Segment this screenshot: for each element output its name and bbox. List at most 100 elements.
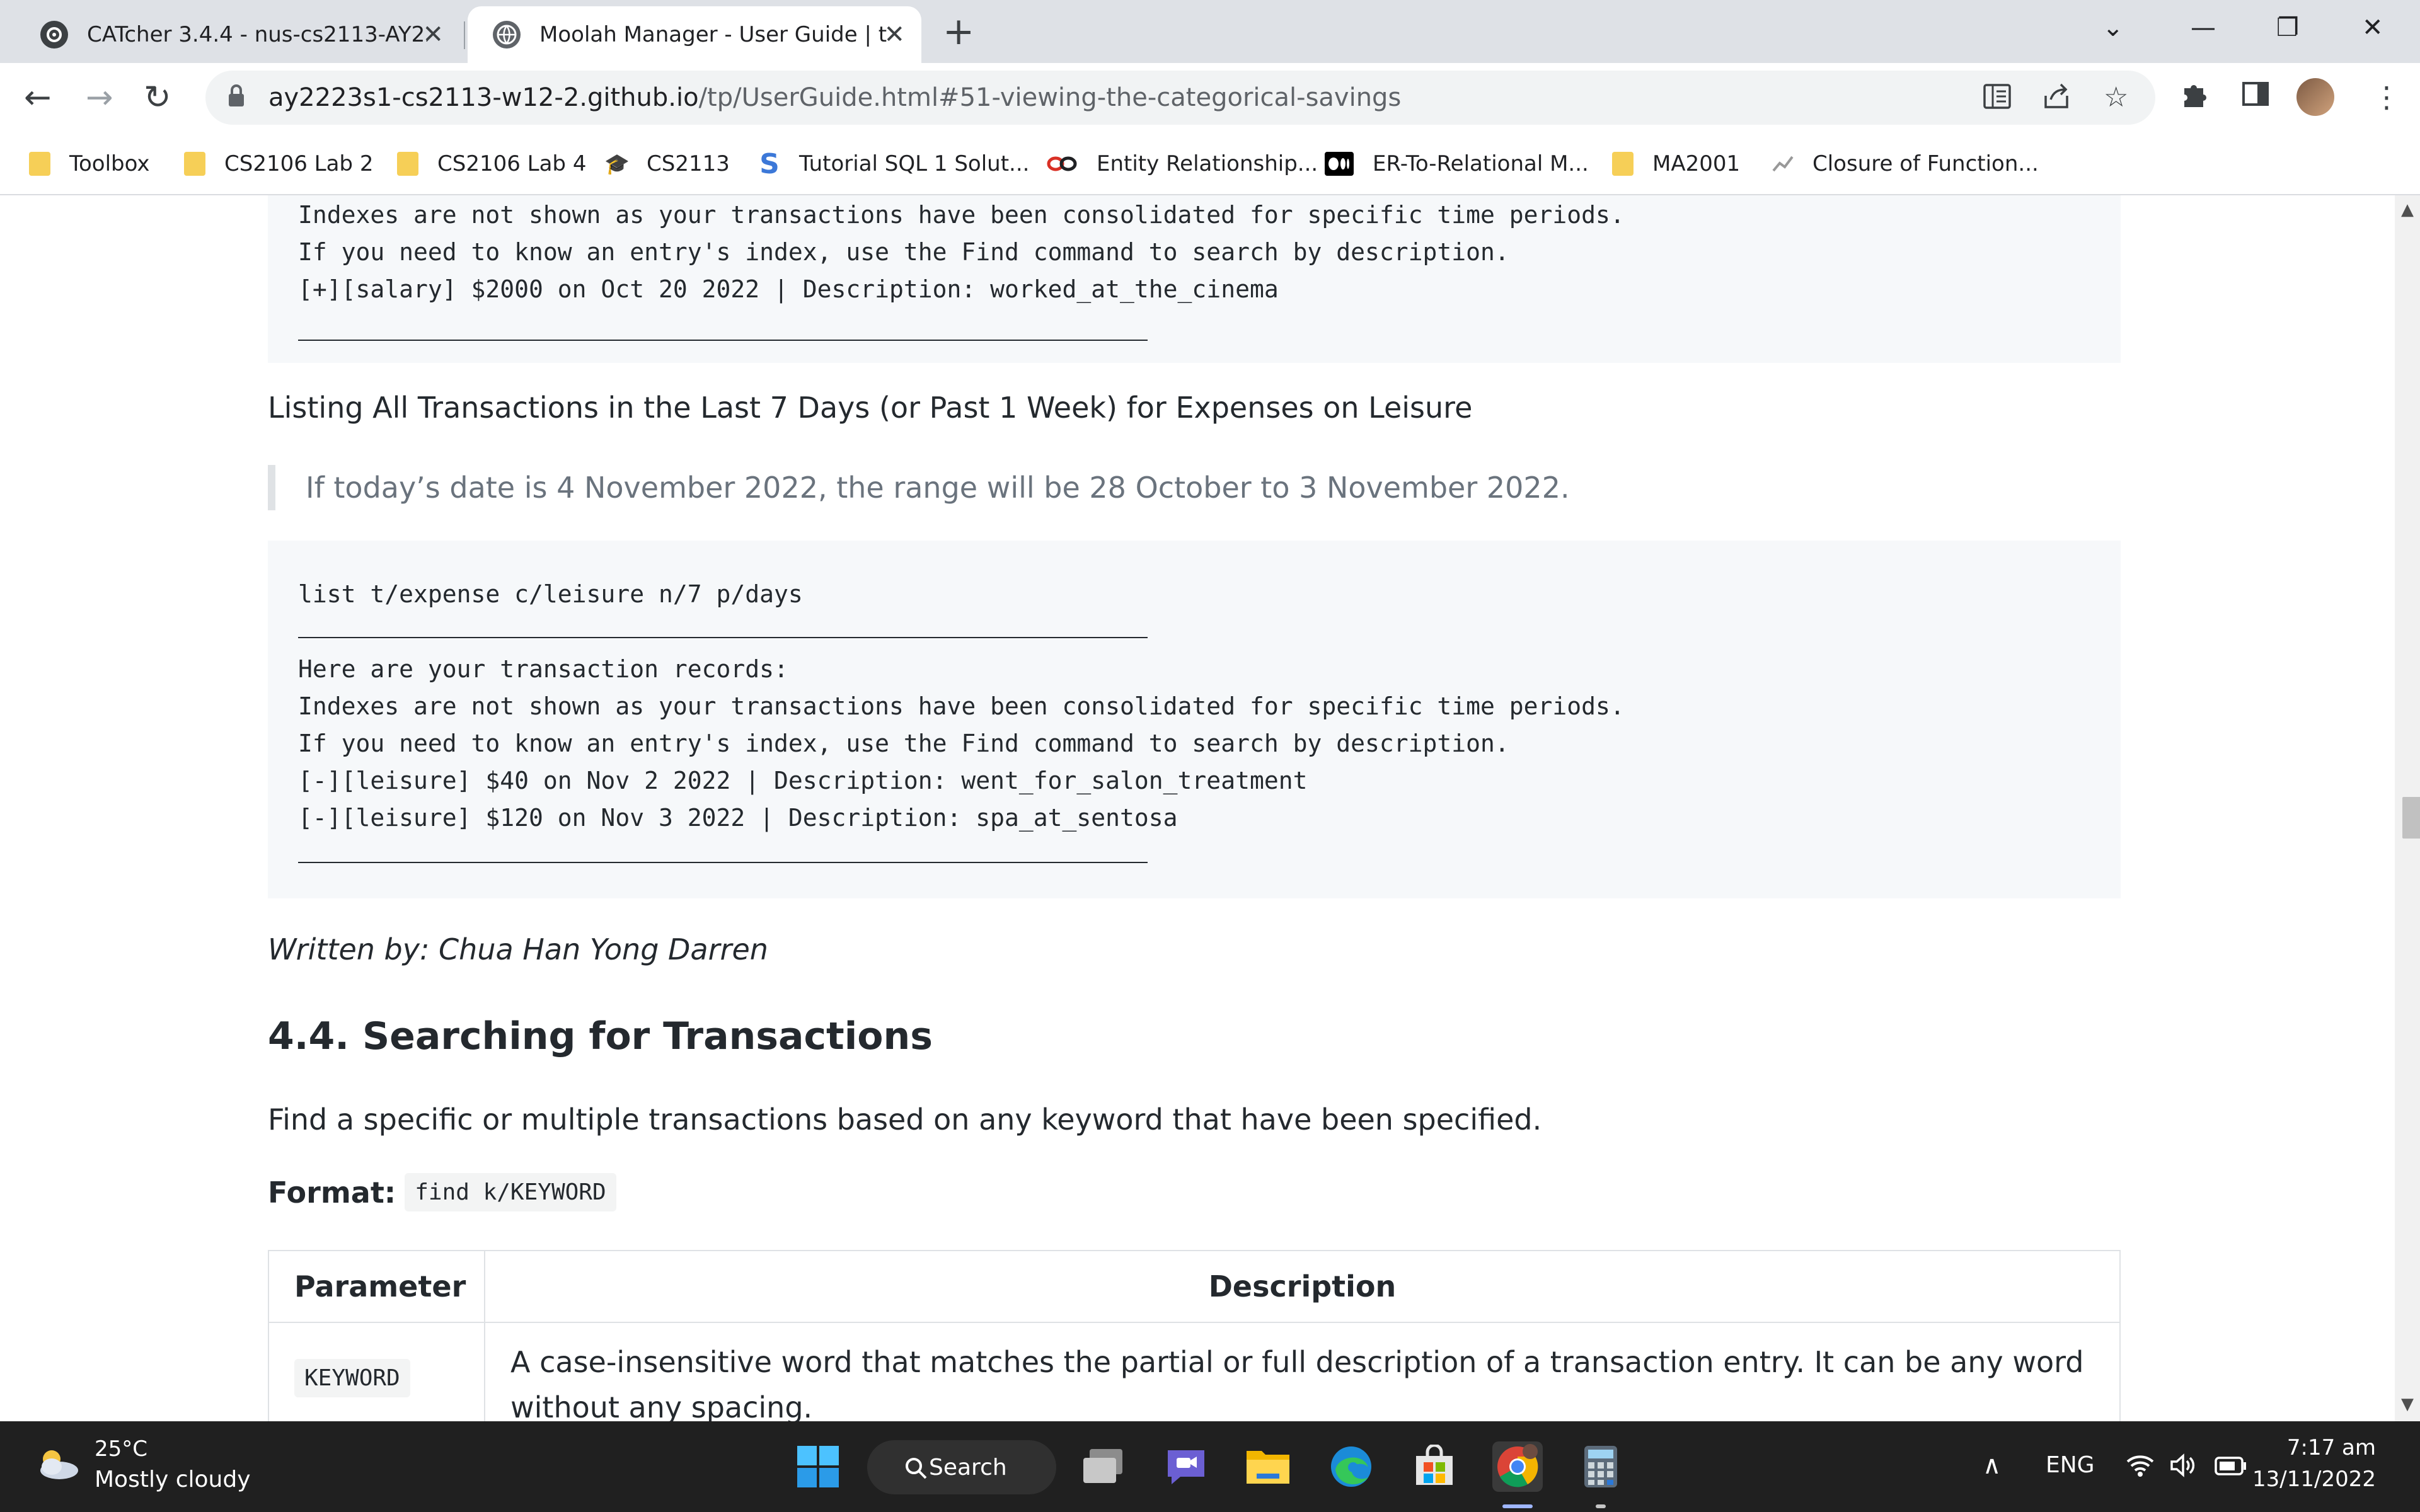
bookmark-tutorial-sql[interactable]: S Tutorial SQL 1 Solut...: [759, 146, 1029, 181]
graduation-cap-icon: 🎓: [604, 152, 630, 176]
command-line: list t/expense c/leisure n/7 p/days: [298, 580, 803, 608]
search-label: Search: [929, 1454, 1007, 1480]
description-cell: A case-insensitive word that matches the…: [484, 1322, 2121, 1421]
tab-search-chevron-icon[interactable]: ⌄: [2102, 9, 2124, 47]
teams-chat-icon[interactable]: [1161, 1441, 1211, 1492]
folder-icon: [397, 152, 418, 176]
bookmark-label: CS2106 Lab 4: [437, 151, 587, 176]
bookmarks-bar: Toolbox CS2106 Lab 2 CS2106 Lab 4 🎓 CS21…: [0, 132, 2420, 195]
code-line: Here are your transaction records:: [298, 655, 788, 683]
bookmark-label: ER-To-Relational M...: [1373, 151, 1589, 176]
chart-logo-icon: [1772, 152, 1794, 176]
tab-strip: CATcher 3.4.4 - nus-cs2113-AY22 ✕ Moolah…: [0, 0, 2420, 63]
bookmark-closure-of-function[interactable]: Closure of Function...: [1772, 146, 2039, 181]
blockquote-note: If today’s date is 4 November 2022, the …: [268, 465, 1570, 510]
folder-icon: [29, 152, 50, 176]
volume-icon[interactable]: [2169, 1446, 2197, 1490]
tab-title: Moolah Manager - User Guide | t: [539, 22, 887, 47]
bookmark-toolbox[interactable]: Toolbox: [29, 146, 150, 181]
bookmark-entity-relationship[interactable]: Entity Relationship...: [1046, 146, 1318, 181]
file-explorer-icon[interactable]: [1243, 1441, 1293, 1492]
code-line: Indexes are not shown as your transactio…: [298, 692, 1625, 720]
bookmark-cs2113[interactable]: 🎓 CS2113: [604, 146, 730, 181]
active-app-indicator: [1502, 1504, 1533, 1508]
code-line: If you need to know an entry's index, us…: [298, 238, 1509, 266]
scrollbar-thumb[interactable]: [2402, 797, 2420, 839]
globe-icon: [493, 21, 521, 49]
code-divider: [298, 637, 1148, 638]
folder-icon: [184, 152, 205, 176]
input-language[interactable]: ENG: [2046, 1446, 2095, 1484]
calculator-icon[interactable]: [1576, 1441, 1626, 1492]
code-line: Indexes are not shown as your transactio…: [298, 201, 1625, 229]
bookmark-cs2106-lab-4[interactable]: CS2106 Lab 4: [397, 146, 586, 181]
scroll-up-arrow-icon[interactable]: ▲: [2401, 200, 2414, 219]
catcher-favicon-icon: [40, 21, 68, 49]
share-icon[interactable]: [2042, 82, 2071, 118]
windows-start-icon[interactable]: [793, 1441, 843, 1492]
tab-title: CATcher 3.4.4 - nus-cs2113-AY22: [87, 22, 427, 47]
tab-catcher[interactable]: CATcher 3.4.4 - nus-cs2113-AY22 ✕: [25, 6, 460, 63]
side-panel-icon[interactable]: [2241, 79, 2270, 116]
lock-icon[interactable]: [227, 83, 246, 111]
browser-toolbar: ← → ↻ ay2223s1-cs2113-w12-2.github.io/tp…: [0, 63, 2420, 132]
address-bar[interactable]: ay2223s1-cs2113-w12-2.github.io/tp/UserG…: [205, 71, 2155, 125]
taskbar-search-button[interactable]: Search: [867, 1440, 1056, 1494]
tab-moolah-manager[interactable]: Moolah Manager - User Guide | t ✕: [468, 6, 921, 63]
minimize-icon[interactable]: —: [2191, 9, 2216, 47]
url-host: ay2223s1-cs2113-w12-2.github.io: [268, 83, 699, 112]
reload-icon[interactable]: ↻: [144, 76, 171, 120]
back-icon[interactable]: ←: [24, 76, 52, 120]
bookmark-cs2106-lab-2[interactable]: CS2106 Lab 2: [184, 146, 373, 181]
close-window-icon[interactable]: ✕: [2362, 9, 2383, 47]
bookmark-star-icon[interactable]: ☆: [2104, 82, 2128, 113]
weather-temperature[interactable]: 25°C: [95, 1436, 147, 1462]
page-content: Indexes are not shown as your transactio…: [0, 195, 2395, 1421]
bookmark-er-to-relational[interactable]: ER-To-Relational M...: [1325, 146, 1589, 181]
battery-icon[interactable]: [2215, 1446, 2247, 1487]
clock-date[interactable]: 13/11/2022: [2252, 1467, 2376, 1492]
code-line: If you need to know an entry's index, us…: [298, 730, 1509, 757]
tab-separator: [464, 21, 465, 49]
code-divider: [298, 862, 1148, 863]
edge-browser-icon[interactable]: [1326, 1441, 1376, 1492]
task-view-icon[interactable]: [1078, 1441, 1128, 1492]
windows-taskbar: 25°C Mostly cloudy Search ∧ ENG 7:17 am …: [0, 1421, 2420, 1512]
bookmark-ma2001[interactable]: MA2001: [1612, 146, 1740, 181]
s-logo-icon: S: [759, 147, 780, 180]
profile-avatar[interactable]: [2296, 78, 2334, 116]
example-heading: Listing All Transactions in the Last 7 D…: [268, 391, 1473, 425]
more-menu-icon[interactable]: ⋮: [2372, 79, 2401, 115]
close-tab-icon[interactable]: ✕: [422, 20, 444, 49]
code-line: [+][salary] $2000 on Oct 20 2022 | Descr…: [298, 275, 1279, 303]
bookmark-label: Toolbox: [69, 151, 150, 176]
reading-mode-icon[interactable]: [1983, 82, 2012, 118]
code-line: [-][leisure] $40 on Nov 2 2022 | Descrip…: [298, 767, 1308, 794]
close-tab-icon[interactable]: ✕: [884, 20, 905, 49]
show-hidden-icons-chevron-icon[interactable]: ∧: [1983, 1446, 2001, 1484]
microsoft-store-icon[interactable]: [1409, 1441, 1460, 1492]
forward-icon[interactable]: →: [86, 76, 113, 120]
open-app-indicator: [1596, 1504, 1606, 1508]
wifi-icon[interactable]: [2125, 1446, 2155, 1490]
restore-icon[interactable]: ❐: [2276, 9, 2299, 47]
code-divider: [298, 340, 1148, 341]
parameter-table: Parameter Description KEYWORD A case-ins…: [268, 1250, 2121, 1421]
scroll-down-arrow-icon[interactable]: ▼: [2401, 1395, 2414, 1414]
clock-time[interactable]: 7:17 am: [2287, 1435, 2376, 1460]
author-credit: Written by: Chua Han Yong Darren: [268, 932, 768, 966]
section-heading: 4.4. Searching for Transactions: [268, 1014, 933, 1058]
cloudy-weather-icon[interactable]: [33, 1446, 83, 1482]
vertical-scrollbar[interactable]: ▲ ▼: [2395, 195, 2420, 1421]
code-line: [-][leisure] $120 on Nov 3 2022 | Descri…: [298, 804, 1178, 832]
chrome-browser-icon[interactable]: [1492, 1441, 1543, 1492]
format-line: Format: find k/KEYWORD: [268, 1173, 616, 1211]
section-description: Find a specific or multiple transactions…: [268, 1102, 1542, 1137]
medium-logo-icon: [1325, 152, 1354, 176]
table-row: KEYWORD A case-insensitive word that mat…: [268, 1322, 2121, 1421]
extensions-puzzle-icon[interactable]: [2179, 79, 2210, 117]
url-text[interactable]: ay2223s1-cs2113-w12-2.github.io/tp/UserG…: [268, 71, 1401, 125]
format-code: find k/KEYWORD: [405, 1173, 616, 1211]
new-tab-icon[interactable]: +: [943, 11, 974, 52]
weather-description[interactable]: Mostly cloudy: [95, 1467, 251, 1492]
